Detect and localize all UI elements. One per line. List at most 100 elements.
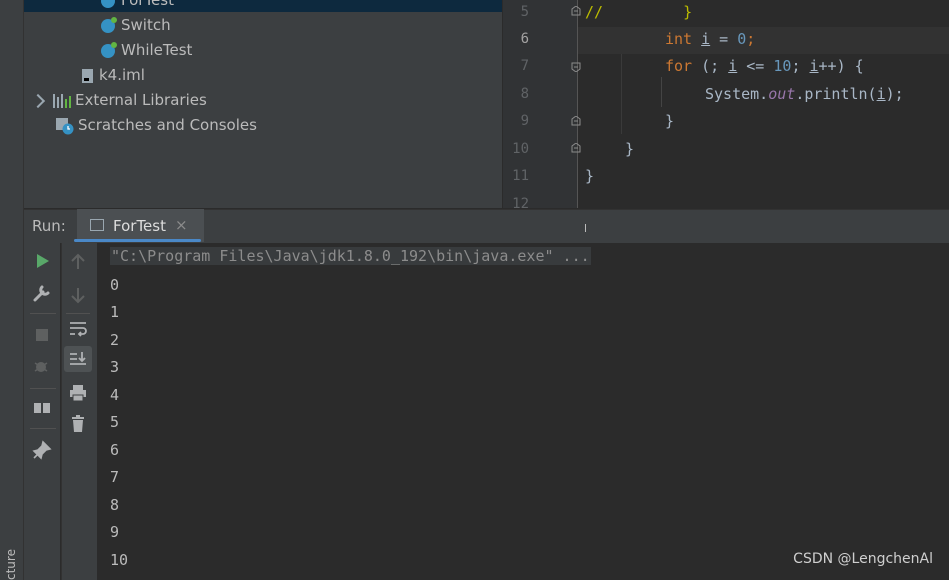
chevron-right-icon[interactable] xyxy=(30,93,46,108)
gutter-divider xyxy=(577,0,578,208)
current-line-highlight xyxy=(577,27,949,54)
arrow-up-icon[interactable] xyxy=(68,252,88,272)
code-text: ; xyxy=(746,30,756,48)
fold-marker-icon[interactable] xyxy=(571,143,581,153)
code-text: = xyxy=(710,30,738,48)
code-variable: i xyxy=(701,30,711,48)
line-number: 7 xyxy=(520,58,529,74)
code-line-8: System.out.println(i); xyxy=(705,81,904,108)
line-number: 12 xyxy=(512,196,529,208)
wrench-icon[interactable] xyxy=(32,283,52,303)
selected-tree-row[interactable] xyxy=(24,0,502,12)
code-text: System. xyxy=(705,85,769,103)
line-number: 11 xyxy=(512,168,529,184)
console-output-line: 8 xyxy=(110,496,120,514)
soft-wrap-icon[interactable] xyxy=(68,318,88,338)
tree-item-scratches[interactable]: Scratches and Consoles xyxy=(56,113,257,138)
tree-item-label: WhileTest xyxy=(121,41,193,59)
console-output-line: 1 xyxy=(110,303,120,321)
java-class-icon xyxy=(101,0,115,8)
code-line-9: } xyxy=(665,112,675,130)
line-number: 10 xyxy=(512,141,529,157)
code-keyword: int xyxy=(665,30,693,48)
rerun-icon[interactable] xyxy=(32,251,52,271)
code-text: .println( xyxy=(795,85,877,103)
code-keyword: for xyxy=(665,57,693,75)
toolbar-separator xyxy=(66,313,90,314)
indent-guide xyxy=(661,77,662,107)
tree-item-label: ForTest xyxy=(121,0,174,9)
fold-marker-icon[interactable] xyxy=(571,6,581,16)
code-line-11: } xyxy=(585,167,595,185)
code-variable: i xyxy=(876,85,886,103)
arrow-down-icon[interactable] xyxy=(68,285,88,305)
code-line-10: } xyxy=(625,140,635,158)
toolbar-separator xyxy=(30,313,56,314)
structure-tool-strip xyxy=(0,0,24,580)
code-line-6: int i = 0; xyxy=(665,26,755,53)
run-tab-label: ForTest xyxy=(113,217,166,235)
code-text: ); xyxy=(885,85,904,103)
line-number: 5 xyxy=(520,4,529,20)
toolbar-separator xyxy=(30,428,56,429)
run-label: Run: xyxy=(32,217,66,235)
line-number: 8 xyxy=(520,86,529,102)
dump-threads-icon[interactable] xyxy=(32,357,52,377)
code-field: out xyxy=(768,85,796,103)
close-tab-icon[interactable]: × xyxy=(175,216,188,234)
java-class-icon xyxy=(101,16,117,33)
structure-tool-button[interactable]: cture xyxy=(4,548,18,580)
indent-guide xyxy=(621,54,622,134)
code-comment: // xyxy=(585,3,604,21)
console-output-line: 3 xyxy=(110,358,120,376)
fold-marker-icon[interactable] xyxy=(571,62,581,72)
console-output-line: 9 xyxy=(110,523,120,541)
tree-item-fortest[interactable]: ForTest xyxy=(101,0,174,13)
console-output-line: 6 xyxy=(110,441,120,459)
console-output[interactable] xyxy=(97,243,949,580)
code-variable: i xyxy=(809,57,819,75)
line-number: 9 xyxy=(520,113,529,129)
structure-label: cture xyxy=(4,549,18,580)
splitter-handle[interactable] xyxy=(585,224,586,232)
pin-icon[interactable] xyxy=(32,440,52,460)
tree-item-whiletest[interactable]: WhileTest xyxy=(101,38,192,63)
tree-item-label: Scratches and Consoles xyxy=(78,116,257,134)
code-text: ++) { xyxy=(818,57,864,75)
console-output-line: 2 xyxy=(110,331,120,349)
tree-item-k4-iml[interactable]: k4.iml xyxy=(82,63,145,88)
tree-item-label: Switch xyxy=(121,16,171,34)
tree-item-external-libraries[interactable]: External Libraries xyxy=(30,88,207,113)
console-output-line: 0 xyxy=(110,276,120,294)
scroll-to-end-icon xyxy=(70,352,86,365)
tree-item-label: External Libraries xyxy=(75,91,207,109)
print-icon[interactable] xyxy=(68,383,88,403)
trash-icon[interactable] xyxy=(68,414,88,434)
active-tab-indicator xyxy=(74,239,201,242)
java-command[interactable]: "C:\Program Files\Java\jdk1.8.0_192\bin\… xyxy=(110,247,591,265)
code-line-5: //} xyxy=(585,0,692,26)
code-brace: } xyxy=(683,3,693,21)
console-output-line: 10 xyxy=(110,551,129,569)
code-text: <= xyxy=(737,57,774,75)
code-line-7: for (; i <= 10; i++) { xyxy=(665,53,864,80)
console-output-line: 7 xyxy=(110,468,120,486)
console-command-line: "C:\Program Files\Java\jdk1.8.0_192\bin\… xyxy=(110,247,591,265)
code-text: (; xyxy=(692,57,729,75)
iml-file-icon xyxy=(82,68,93,83)
console-tab-icon xyxy=(90,219,104,231)
console-output-line: 4 xyxy=(110,386,120,404)
layout-icon[interactable] xyxy=(32,398,52,418)
tree-item-label: k4.iml xyxy=(99,66,145,84)
stop-icon[interactable] xyxy=(32,325,52,345)
java-class-icon xyxy=(101,41,117,58)
fold-marker-icon[interactable] xyxy=(571,116,581,126)
code-number: 0 xyxy=(737,30,747,48)
tree-item-switch[interactable]: Switch xyxy=(101,13,171,38)
console-output-line: 5 xyxy=(110,413,120,431)
watermark: CSDN @LengchenAl xyxy=(793,551,933,567)
code-number: 10 xyxy=(773,57,792,75)
code-variable: i xyxy=(728,57,738,75)
library-icon xyxy=(53,93,71,108)
scratches-icon xyxy=(56,117,74,135)
